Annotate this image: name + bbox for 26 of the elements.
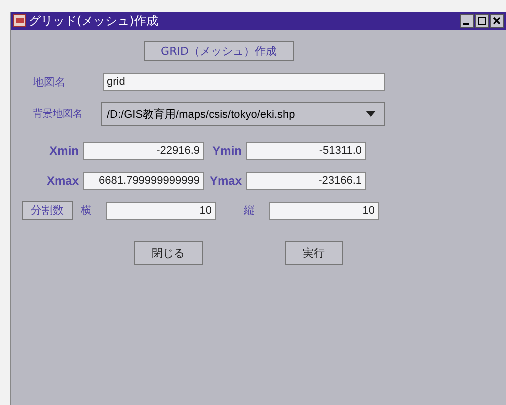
field-label: Xmin — [48, 144, 80, 158]
field-label: Ymin — [212, 144, 243, 158]
extent-field[interactable]: -22916.9 — [83, 142, 204, 160]
close-icon[interactable] — [490, 14, 504, 28]
action-button[interactable]: 実行 — [285, 241, 343, 265]
field-label: 縦 — [243, 203, 256, 218]
window-title: グリッド(メッシュ)作成 — [29, 12, 160, 30]
field-label: 地図名 — [33, 74, 67, 90]
app-icon — [13, 14, 27, 28]
division-field[interactable]: 10 — [106, 202, 216, 220]
background-map-dropdown[interactable]: /D:/GIS教育用/maps/csis/tokyo/eki.shp — [101, 102, 385, 126]
field-label: 横 — [80, 203, 93, 218]
division-field[interactable]: 10 — [269, 202, 379, 220]
field-label: Ymax — [209, 174, 244, 188]
field-label: 背景地図名 — [33, 108, 84, 121]
maximize-icon[interactable] — [475, 14, 489, 28]
extent-field[interactable]: 6681.799999999999 — [83, 172, 204, 190]
extent-field[interactable]: -23166.1 — [246, 172, 366, 190]
divisions-button[interactable]: 分割数 — [22, 201, 73, 220]
heading-button[interactable]: GRID（メッシュ）作成 — [144, 41, 294, 61]
minimize-icon[interactable] — [460, 14, 474, 28]
map-name-field[interactable]: grid — [103, 73, 385, 91]
action-button[interactable]: 閉じる — [134, 241, 203, 265]
caret-icon — [366, 111, 376, 117]
extent-field[interactable]: -51311.0 — [246, 142, 366, 160]
field-label: Xmax — [46, 174, 80, 188]
